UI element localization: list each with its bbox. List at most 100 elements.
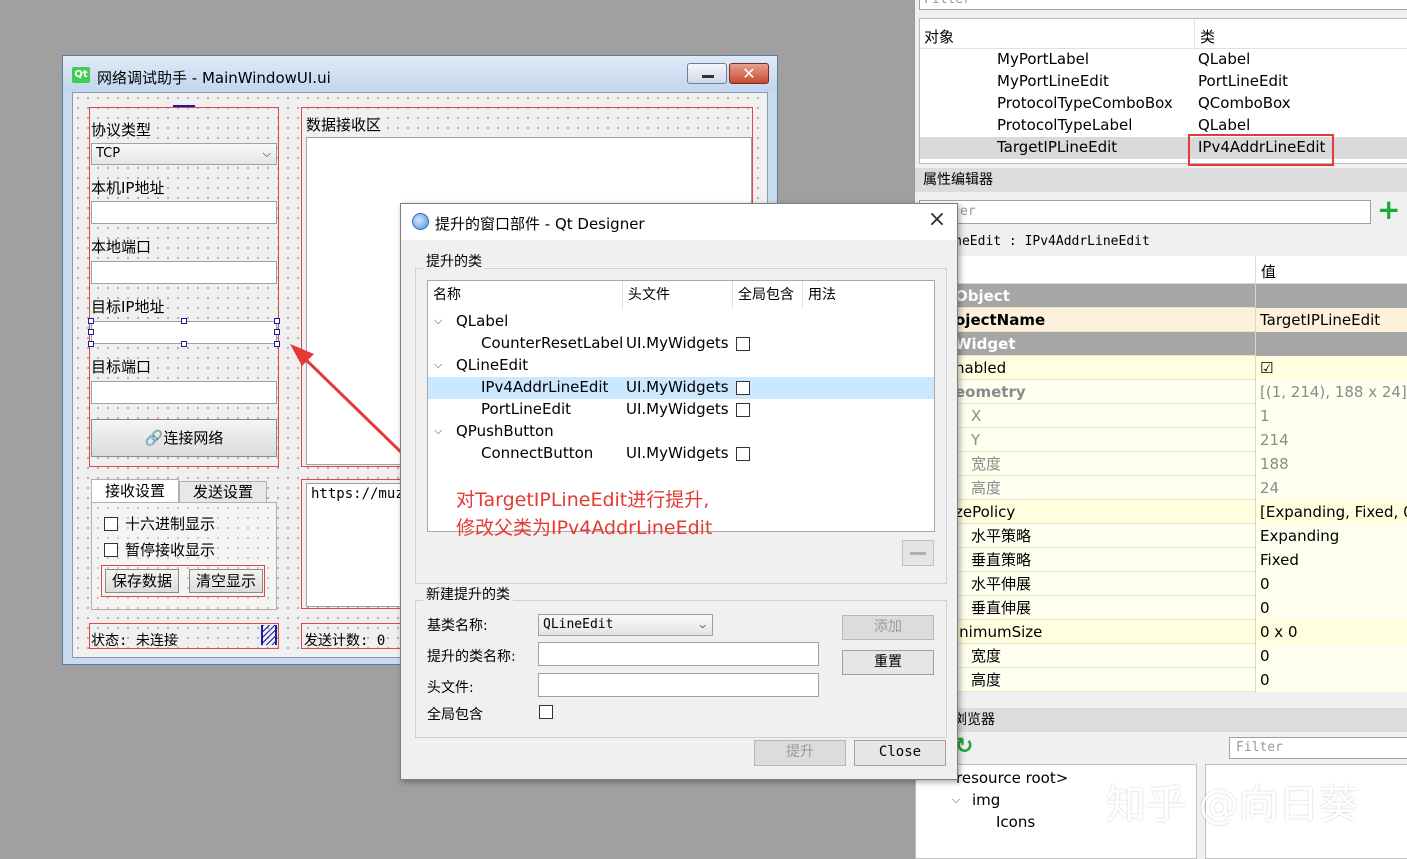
property-row[interactable]: 高度 24 [915,476,1407,500]
property-value-cell[interactable]: ☑ [1255,356,1407,380]
connect-button[interactable]: 🔗连接网络 [91,419,277,457]
property-value-cell[interactable]: 214 [1255,428,1407,452]
remove-class-button[interactable] [902,540,934,566]
global-include-checkbox[interactable] [736,447,750,461]
property-value-cell[interactable]: 188 [1255,452,1407,476]
tab-receive-settings[interactable]: 接收设置 [91,479,179,503]
property-table[interactable]: Object ojectName TargetIPLineEdit Widget nab… [915,284,1407,702]
tree-group-row[interactable]: ⌵ QLabel [428,311,934,333]
object-filter-input[interactable]: Filter [919,0,1407,10]
property-section-row[interactable]: Object [915,284,1407,308]
save-data-button[interactable]: 保存数据 [105,569,179,593]
tree-class-row[interactable]: PortLineEdit UI.MyWidgets [428,399,934,421]
selection-handle[interactable] [88,329,94,335]
property-row[interactable]: 垂直策略 Fixed [915,548,1407,572]
dialog-close-icon[interactable]: × [925,209,949,232]
reset-button[interactable]: 重置 [842,650,934,675]
hex-display-checkbox[interactable] [104,517,118,531]
tab-send-settings[interactable]: 发送设置 [179,481,267,503]
selection-handle[interactable] [88,318,94,324]
property-value-cell[interactable]: 0 [1255,644,1407,668]
minimize-button[interactable] [687,63,727,84]
pause-receive-checkbox[interactable] [104,543,118,557]
tree-group-row[interactable]: ⌵ QPushButton [428,421,934,443]
property-value: TargetIPLineEdit [1260,311,1381,329]
property-filter-input[interactable]: er [919,200,1371,224]
property-value-cell[interactable]: [Expanding, Fixed, 0, [1255,500,1407,524]
property-name: Y [971,431,981,449]
property-row[interactable]: inimumSize 0 x 0 [915,620,1407,644]
property-section-row[interactable]: Widget [915,332,1407,356]
tree-group-row[interactable]: ⌵ QLineEdit [428,355,934,377]
base-class-combobox[interactable]: QLineEdit ⌵ [538,614,713,636]
property-name: 高度 [971,671,1002,689]
annotation-text: 对TargetIPLineEdit进行提升, 修改父类为IPv4AddrLine… [456,486,712,542]
property-row[interactable]: 水平伸展 0 [915,572,1407,596]
global-include-checkbox[interactable] [736,381,750,395]
minus-icon [910,552,926,555]
resource-root-item[interactable]: resource root> [956,769,1068,787]
property-row[interactable]: Y 214 [915,428,1407,452]
resource-filter-input[interactable]: Filter [1229,737,1407,759]
property-value-cell[interactable]: [(1, 214), 188 x 24] [1255,380,1407,404]
object-row[interactable]: MyPortLabel QLabel [920,49,1407,71]
add-dynamic-property-icon[interactable]: + [1377,196,1403,224]
property-value-cell[interactable]: 0 [1255,596,1407,620]
promote-button[interactable]: 提升 [754,740,846,766]
property-row[interactable]: 水平策略 Expanding [915,524,1407,548]
resource-folder-item[interactable]: img [972,791,1000,809]
property-name: 垂直策略 [971,551,1032,569]
clear-display-button[interactable]: 清空显示 [189,569,263,593]
property-row[interactable]: 高度 0 [915,668,1407,692]
dialog-close-button[interactable]: Close [854,740,946,766]
global-include-checkbox[interactable] [736,337,750,351]
property-value-cell[interactable]: 1 [1255,404,1407,428]
tree-class-row[interactable]: CounterResetLabel UI.MyWidgets [428,333,934,355]
object-row[interactable]: ProtocolTypeComboBox QComboBox [920,93,1407,115]
property-row[interactable]: 宽度 0 [915,644,1407,668]
selection-handle[interactable] [88,341,94,347]
global-include-checkbox[interactable] [736,403,750,417]
local-ip-label: 本机IP地址 [91,179,165,197]
property-value-cell[interactable]: 24 [1255,476,1407,500]
main-window-titlebar[interactable]: Qt 网络调试助手 - MainWindowUI.ui ✕ [63,56,777,92]
object-name: ProtocolTypeLabel [997,116,1133,134]
send-count-label: 发送计数: 0 [304,633,386,649]
tree-class-row[interactable]: IPv4AddrLineEdit UI.MyWidgets [428,377,934,399]
expand-chevron-icon[interactable]: ⌵ [434,358,442,372]
selection-handle[interactable] [181,318,187,324]
local-ip-input[interactable] [91,201,277,224]
property-value-cell[interactable]: 0 [1255,668,1407,692]
tree-class-row[interactable]: ConnectButton UI.MyWidgets [428,443,934,465]
expand-chevron-icon[interactable]: ⌵ [952,793,960,807]
expand-chevron-icon[interactable]: ⌵ [434,314,442,328]
property-value-cell[interactable]: 0 x 0 [1255,620,1407,644]
object-row[interactable]: MyPortLineEdit PortLineEdit [920,71,1407,93]
property-value-cell[interactable]: TargetIPLineEdit [1255,308,1407,332]
property-row[interactable]: zePolicy [Expanding, Fixed, 0, [915,500,1407,524]
close-window-button[interactable]: ✕ [729,63,769,84]
resource-child-item[interactable]: Icons [996,813,1035,831]
property-row[interactable]: 宽度 188 [915,452,1407,476]
property-row[interactable]: eometry [(1, 214), 188 x 24] [915,380,1407,404]
local-port-input[interactable] [91,261,277,284]
expand-chevron-icon[interactable]: ⌵ [434,424,442,438]
property-value-cell[interactable]: Expanding [1255,524,1407,548]
property-value: Fixed [1260,551,1299,569]
header-file-input[interactable] [538,673,819,697]
protocol-combobox[interactable]: TCP ⌵ [91,143,277,165]
target-port-input[interactable] [91,381,277,404]
property-row[interactable]: nabled ☑ [915,356,1407,380]
global-include-checkbox[interactable] [539,705,553,719]
resource-browser-title: 浏览器 [915,708,1407,732]
selection-handle[interactable] [274,318,280,324]
property-value-cell[interactable]: Fixed [1255,548,1407,572]
dialog-titlebar[interactable]: 提升的窗口部件 - Qt Designer × [401,204,957,240]
selection-handle[interactable] [181,341,187,347]
promoted-class-name-input[interactable] [538,642,819,666]
property-value-cell[interactable]: 0 [1255,572,1407,596]
property-row[interactable]: X1 [915,404,1407,428]
property-row[interactable]: 垂直伸展 0 [915,596,1407,620]
property-row[interactable]: ojectName TargetIPLineEdit [915,308,1407,332]
add-button[interactable]: 添加 [842,615,934,640]
